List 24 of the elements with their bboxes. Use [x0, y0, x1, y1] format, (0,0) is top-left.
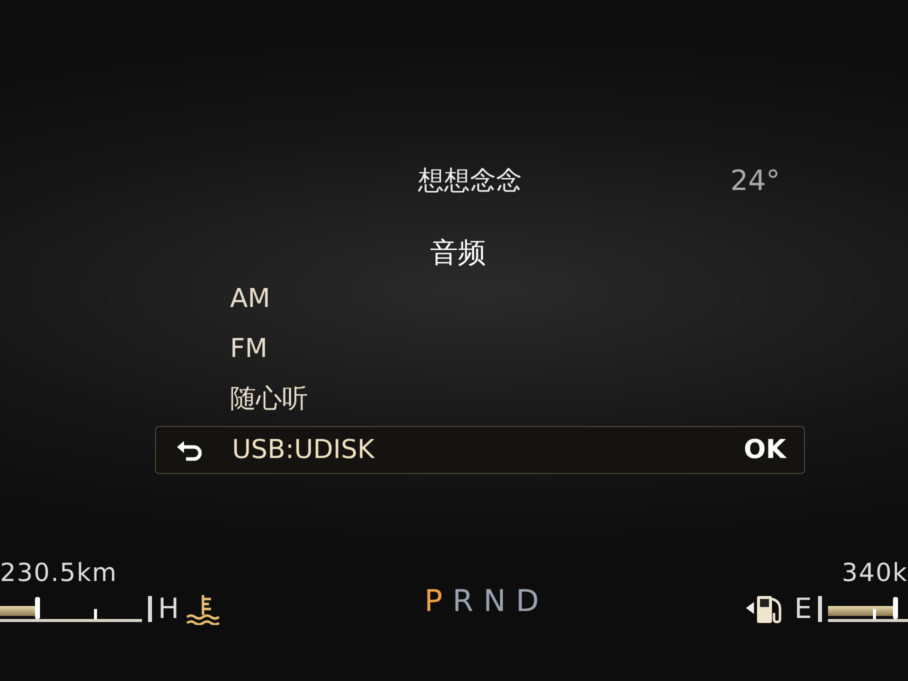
- range-reading: 340k: [840, 557, 908, 589]
- gear-letter: N: [483, 582, 508, 620]
- range-reading: 230.5km: [0, 557, 118, 589]
- menu-title: 音频: [430, 235, 487, 271]
- menu-item-label: USB:UDISK: [232, 434, 374, 466]
- gauge-marker: [35, 596, 40, 618]
- ok-label: OK: [744, 434, 786, 466]
- gauge-end-mark: [148, 596, 152, 622]
- menu-item[interactable]: AM: [0, 274, 908, 324]
- gauge-tick: [873, 608, 876, 618]
- gear-letter: P: [424, 582, 445, 620]
- gauge-end-mark: [818, 596, 822, 622]
- menu-item[interactable]: FM: [0, 324, 908, 374]
- gauge-marker: [893, 596, 898, 618]
- screen-title: 想想念念: [418, 164, 522, 198]
- gauge-label: E: [794, 594, 812, 622]
- gear-letter: D: [516, 582, 541, 620]
- temperature-reading: 24°: [730, 163, 780, 199]
- coolant-temperature-icon: [185, 592, 222, 624]
- gear-letter: R: [452, 582, 476, 620]
- gauge-label: H: [158, 594, 180, 622]
- menu-item[interactable]: 随心听: [0, 374, 908, 424]
- menu-item[interactable]: USB:UDISK OK: [155, 426, 805, 474]
- gauge-tick: [94, 608, 97, 618]
